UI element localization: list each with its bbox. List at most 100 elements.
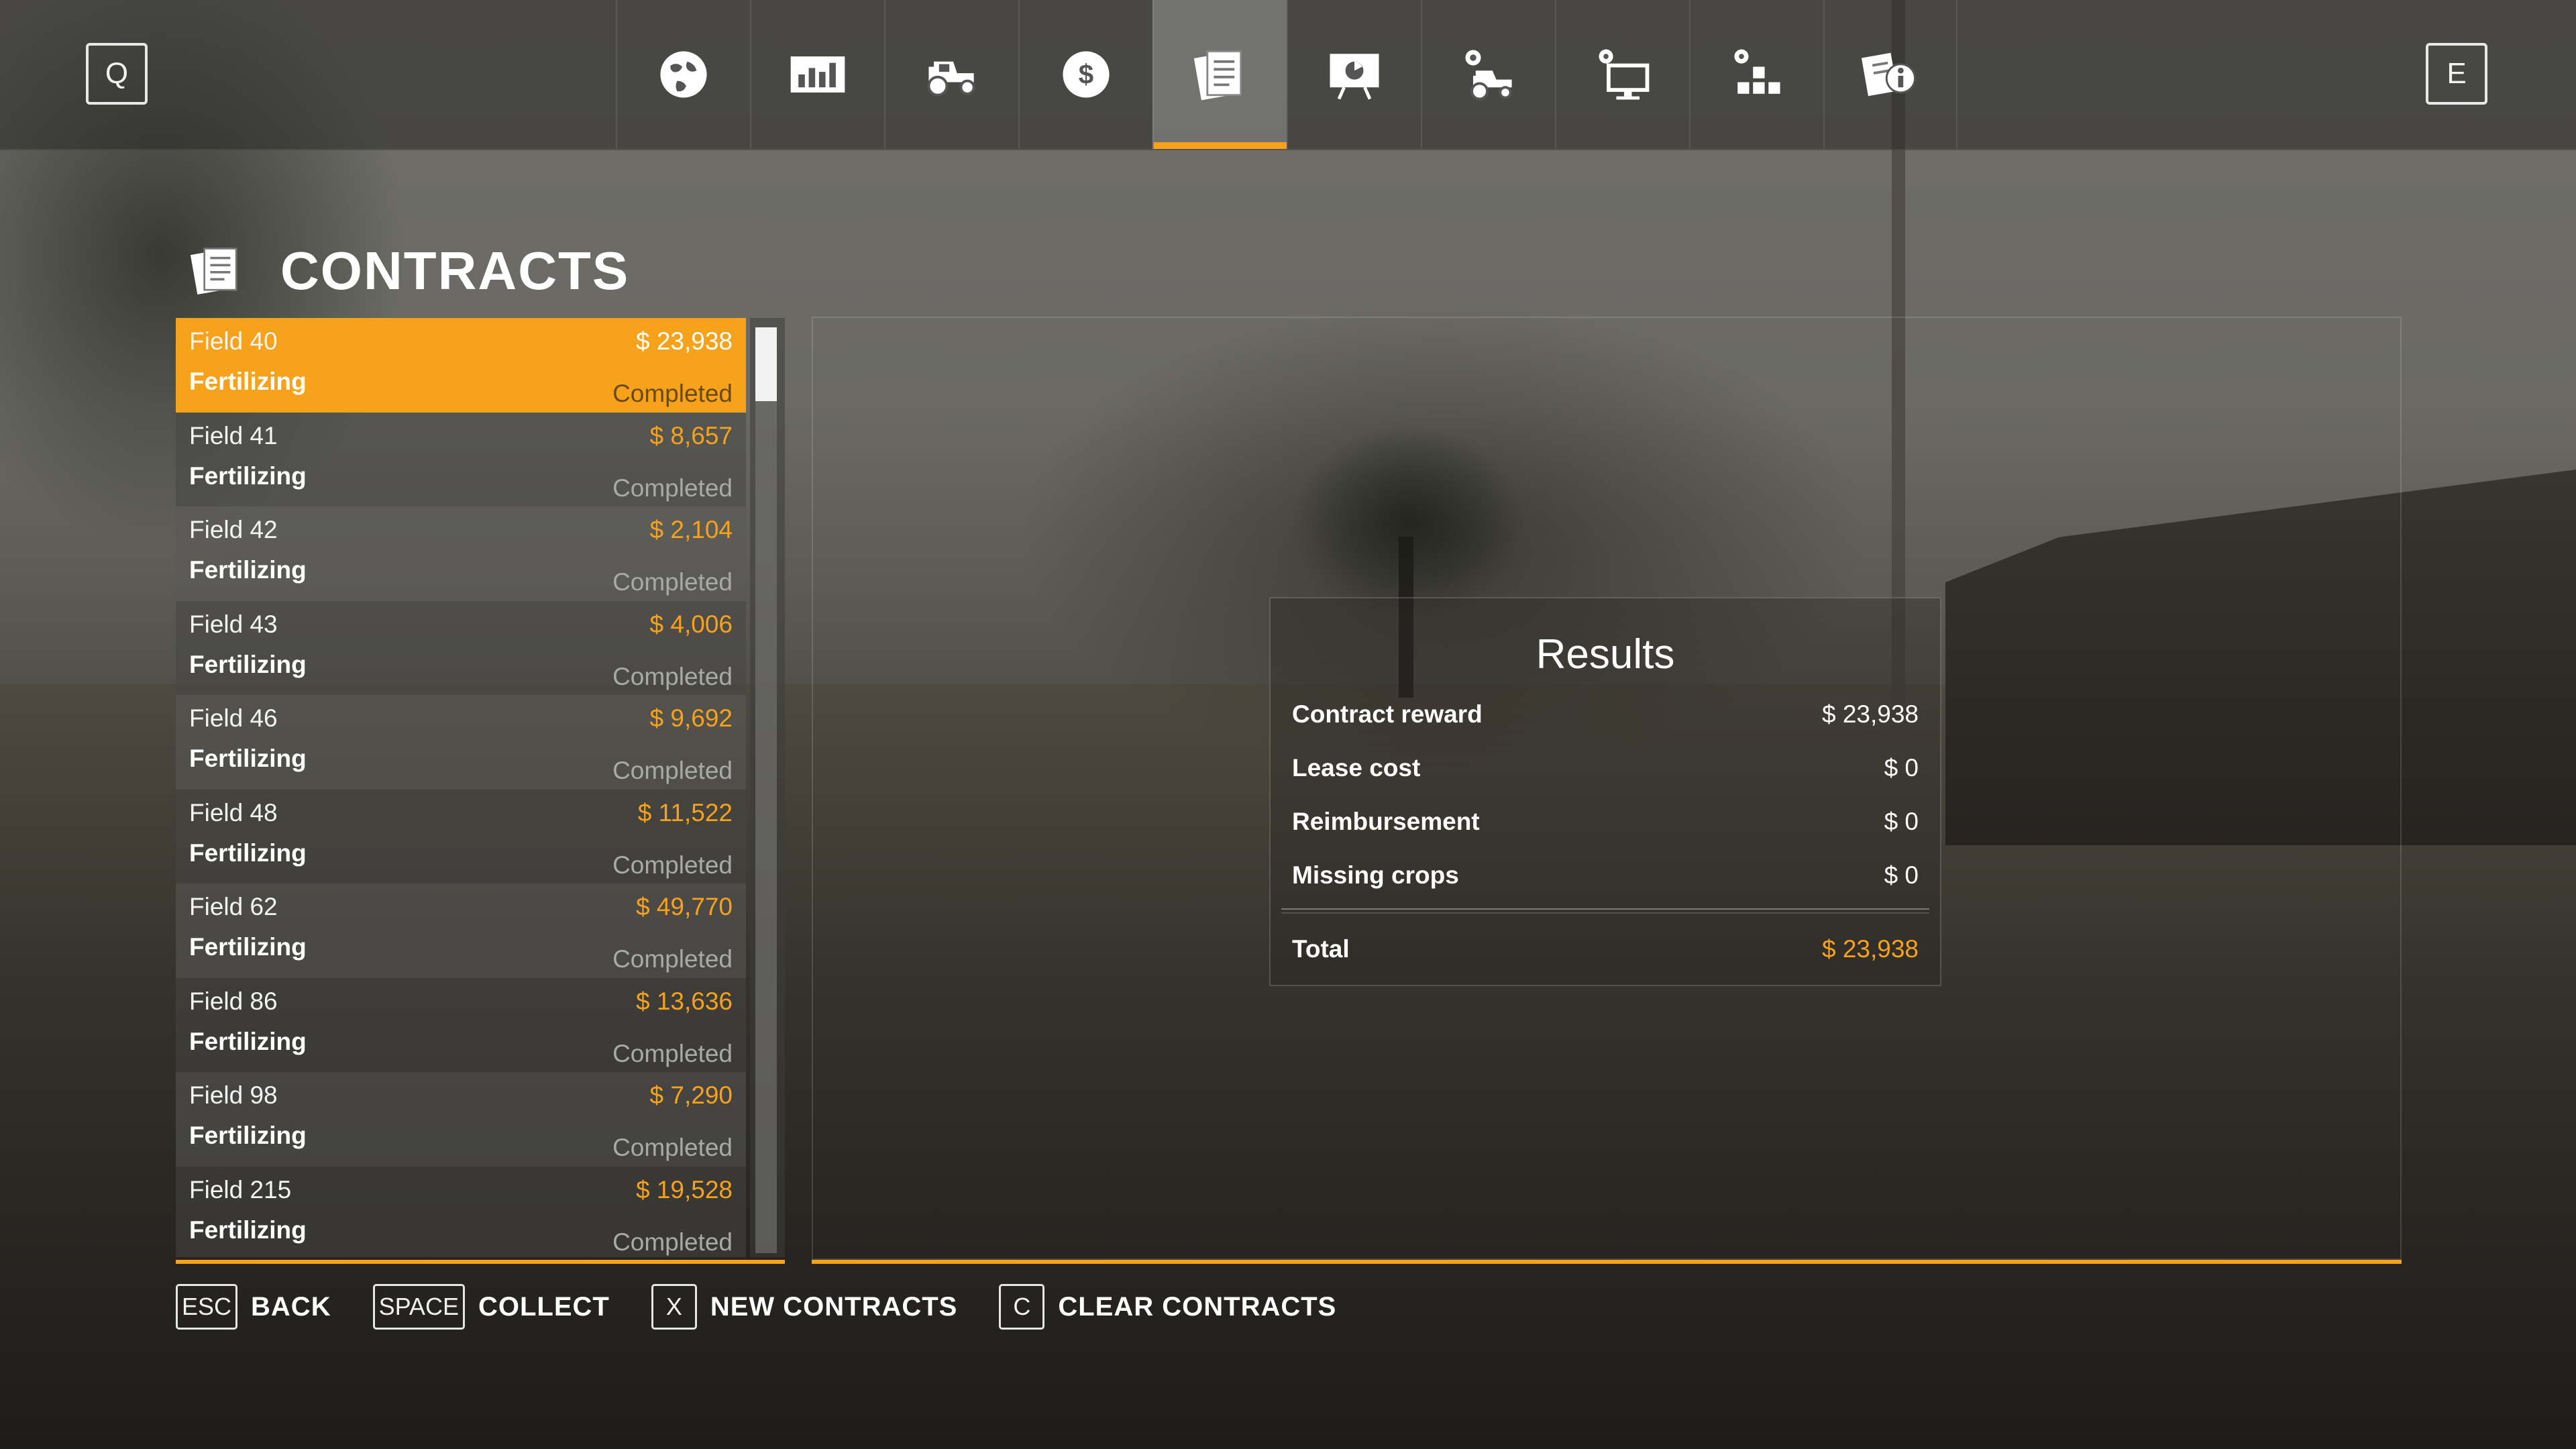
key-esc: ESC <box>176 1284 238 1330</box>
results-divider <box>1281 908 1929 914</box>
contract-status: Completed <box>612 568 733 596</box>
controls-settings-icon <box>1734 49 1780 94</box>
help-info-icon <box>1861 52 1916 97</box>
result-value: $ 0 <box>1884 808 1919 835</box>
tab-map[interactable] <box>616 0 750 149</box>
contract-list-item[interactable]: Field 62 $ 49,770 Fertilizing Completed <box>176 883 746 978</box>
svg-text:$: $ <box>1079 58 1093 89</box>
contract-status: Completed <box>612 1134 733 1161</box>
new-contracts-label: NEW CONTRACTS <box>710 1291 958 1322</box>
contract-reward: $ 13,636 <box>635 987 733 1015</box>
result-value: $ 0 <box>1884 861 1919 889</box>
tab-prices[interactable] <box>750 0 884 149</box>
detail-bottom-accent <box>812 1260 2402 1264</box>
back-label: BACK <box>251 1291 331 1322</box>
clear-contracts-button[interactable]: C CLEAR CONTRACTS <box>999 1284 1336 1330</box>
tab-general-settings[interactable] <box>1555 0 1689 149</box>
tab-help[interactable] <box>1823 0 1957 149</box>
tab-finances[interactable]: $ <box>1018 0 1152 149</box>
result-label: Missing crops <box>1292 861 1459 889</box>
contract-type: Fertilizing <box>189 745 307 772</box>
result-row-reimbursement: Reimbursement $ 0 <box>1292 808 1919 848</box>
contract-type: Fertilizing <box>189 933 307 961</box>
collect-button[interactable]: SPACE COLLECT <box>372 1284 610 1330</box>
page-header: CONTRACTS <box>188 239 629 303</box>
contract-status: Completed <box>612 1228 733 1256</box>
finances-dollar-icon: $ <box>1063 51 1110 98</box>
result-label: Contract reward <box>1292 700 1483 728</box>
tractor-icon <box>927 61 975 97</box>
contract-type: Fertilizing <box>189 1216 307 1244</box>
contract-field-name: Field 62 <box>189 893 278 920</box>
tab-controls[interactable] <box>1689 0 1823 149</box>
contract-status: Completed <box>612 757 733 784</box>
tab-vehicles[interactable] <box>884 0 1018 149</box>
result-label: Reimbursement <box>1292 808 1480 835</box>
result-row-lease-cost: Lease cost $ 0 <box>1292 754 1919 794</box>
contract-field-name: Field 41 <box>189 421 278 449</box>
back-button[interactable]: ESC BACK <box>176 1284 331 1330</box>
tab-statistics[interactable] <box>1287 0 1421 149</box>
contract-type: Fertilizing <box>189 1027 307 1055</box>
tab-contracts[interactable] <box>1152 0 1287 149</box>
scrollbar-thumb[interactable] <box>755 327 777 401</box>
contracts-icon <box>1193 50 1242 101</box>
contract-list-item[interactable]: Field 98 $ 7,290 Fertilizing Completed <box>176 1072 746 1167</box>
contract-reward: $ 9,692 <box>649 704 733 732</box>
contract-type: Fertilizing <box>189 1122 307 1149</box>
contract-reward: $ 49,770 <box>635 893 733 920</box>
contract-field-name: Field 42 <box>189 516 278 543</box>
contract-field-name: Field 40 <box>189 327 278 355</box>
contract-list-item[interactable]: Field 42 $ 2,104 Fertilizing Completed <box>176 506 746 601</box>
contract-list-item[interactable]: Field 46 $ 9,692 Fertilizing Completed <box>176 695 746 790</box>
contract-list-item[interactable]: Field 48 $ 11,522 Fertilizing Completed <box>176 789 746 883</box>
contract-field-name: Field 86 <box>189 987 278 1015</box>
contract-reward: $ 23,938 <box>635 327 733 355</box>
footer-actions: ESC BACK SPACE COLLECT X NEW CONTRACTS C… <box>176 1283 1378 1331</box>
contract-list-item[interactable]: Field 41 $ 8,657 Fertilizing Completed <box>176 412 746 506</box>
contract-type: Fertilizing <box>189 462 307 490</box>
contract-list-item[interactable]: Field 40 $ 23,938 Fertilizing Completed <box>176 318 746 413</box>
contract-reward: $ 4,006 <box>649 610 733 638</box>
contract-reward: $ 19,528 <box>635 1175 733 1203</box>
vehicle-settings-icon <box>1465 50 1512 101</box>
contract-status: Completed <box>612 662 733 690</box>
contract-status: Completed <box>612 380 733 407</box>
contract-type: Fertilizing <box>189 368 307 395</box>
clear-contracts-label: CLEAR CONTRACTS <box>1058 1291 1337 1322</box>
list-bottom-accent <box>176 1260 785 1264</box>
page-title: CONTRACTS <box>280 241 630 301</box>
key-space: SPACE <box>372 1284 465 1330</box>
prices-chart-icon <box>790 56 845 93</box>
results-box: Results Contract reward $ 23,938 Lease c… <box>1269 597 1941 986</box>
menu-tabs: $ <box>616 0 1957 149</box>
result-row-missing-crops: Missing crops $ 0 <box>1292 861 1919 902</box>
collect-label: COLLECT <box>478 1291 610 1322</box>
contract-field-name: Field 215 <box>189 1175 292 1203</box>
tab-vehicle-settings[interactable] <box>1421 0 1555 149</box>
total-value: $ 23,938 <box>1821 935 1919 963</box>
contract-reward: $ 7,290 <box>649 1081 733 1109</box>
prev-page-key-q[interactable]: Q <box>86 43 148 105</box>
contract-status: Completed <box>612 945 733 973</box>
top-nav-bar: Q $ E <box>0 0 2576 150</box>
next-page-key-e[interactable]: E <box>2426 43 2487 105</box>
result-row-contract-reward: Contract reward $ 23,938 <box>1292 700 1919 741</box>
contract-status: Completed <box>612 851 733 879</box>
contract-type: Fertilizing <box>189 556 307 584</box>
contract-list-item[interactable]: Field 43 $ 4,006 Fertilizing Completed <box>176 600 746 695</box>
globe-icon <box>660 51 707 98</box>
contract-list-item[interactable]: Field 215 $ 19,528 Fertilizing Completed <box>176 1166 746 1257</box>
key-x: X <box>651 1284 697 1330</box>
contract-type: Fertilizing <box>189 650 307 678</box>
key-c: C <box>999 1284 1045 1330</box>
total-label: Total <box>1292 935 1350 963</box>
contract-reward: $ 8,657 <box>649 421 733 449</box>
contract-status: Completed <box>612 474 733 502</box>
new-contracts-button[interactable]: X NEW CONTRACTS <box>651 1284 958 1330</box>
contract-field-name: Field 43 <box>189 610 278 638</box>
contracts-icon <box>190 248 237 295</box>
contract-field-name: Field 46 <box>189 704 278 732</box>
contract-list-item[interactable]: Field 86 $ 13,636 Fertilizing Completed <box>176 977 746 1072</box>
result-value: $ 23,938 <box>1821 700 1919 728</box>
